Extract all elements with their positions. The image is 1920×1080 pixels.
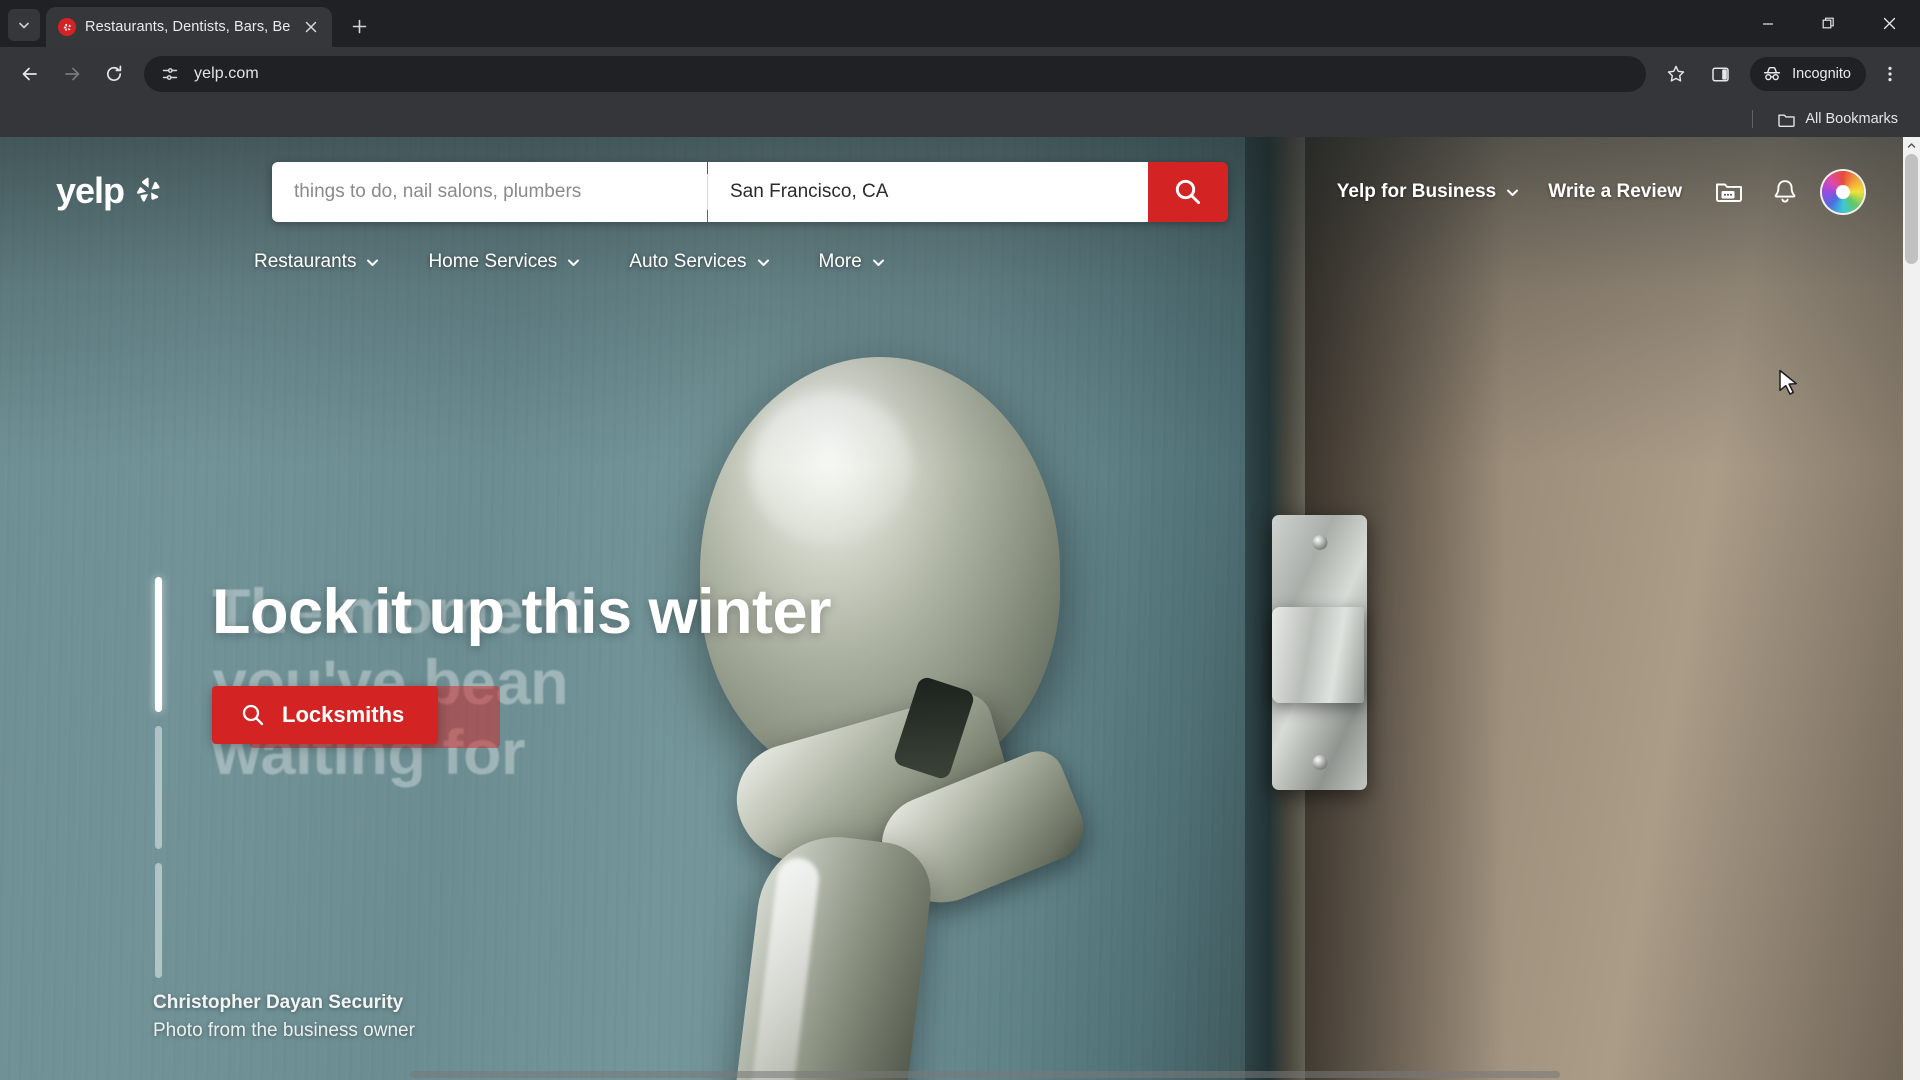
address-bar[interactable]: yelp.com [144, 56, 1647, 92]
hero-cta-row: Locksmiths [212, 685, 972, 748]
user-avatar[interactable] [1822, 171, 1864, 213]
yelp-favicon [58, 18, 76, 36]
search-icon [242, 704, 264, 725]
back-button[interactable] [10, 54, 50, 94]
subnav-label: More [818, 251, 862, 272]
hero-cta-label: Locksmiths [282, 701, 405, 727]
subnav-label: Home Services [428, 251, 558, 272]
window-close-button[interactable] [1859, 0, 1920, 47]
nav-write-a-review-label: Write a Review [1548, 181, 1682, 202]
browser-tab[interactable]: Restaurants, Dentists, Bars, Bea [46, 7, 332, 47]
attribution-note: Photo from the business owner [153, 1020, 415, 1041]
chevron-down-icon [568, 259, 580, 266]
tab-close-icon[interactable] [300, 16, 322, 38]
subnav-item-restaurants[interactable]: Restaurants [236, 241, 398, 283]
incognito-icon [1764, 66, 1781, 81]
category-subnav: Restaurants Home Services Auto Services … [180, 241, 1920, 283]
hero-content: The moment you've bean waiting for Lock … [212, 577, 972, 788]
subnav-item-home-services[interactable]: Home Services [410, 241, 599, 283]
carousel-indicator-2[interactable] [155, 726, 162, 849]
scroll-up-arrow[interactable] [1903, 137, 1920, 154]
tab-search-button[interactable] [8, 9, 40, 41]
nav-yelp-for-business[interactable]: Yelp for Business [1323, 171, 1534, 213]
horizontal-scrollbar[interactable] [0, 1069, 1903, 1080]
search-submit-button[interactable] [1148, 162, 1228, 222]
notifications-bell-icon[interactable] [1762, 169, 1808, 215]
hero-cta-button[interactable]: Locksmiths [212, 685, 439, 744]
all-bookmarks-label: All Bookmarks [1805, 111, 1898, 127]
all-bookmarks-button[interactable]: All Bookmarks [1769, 106, 1906, 133]
carousel-indicator-3[interactable] [155, 863, 162, 978]
forward-button[interactable] [52, 54, 92, 94]
tab-title: Restaurants, Dentists, Bars, Bea [85, 19, 291, 35]
nav-yelp-for-business-label: Yelp for Business [1336, 181, 1497, 202]
yelp-header: yelp things to do, nail salons, plumbers… [0, 137, 1920, 283]
yelp-logo[interactable]: yelp [56, 171, 174, 213]
window-maximize-button[interactable] [1798, 0, 1859, 47]
chevron-down-icon [872, 259, 884, 266]
subnav-label: Restaurants [254, 251, 357, 272]
hero-headline: Lock it up this winter [212, 577, 832, 647]
window-controls [1737, 0, 1920, 47]
window-minimize-button[interactable] [1737, 0, 1798, 47]
header-nav: Yelp for Business Write a Review [1323, 169, 1864, 215]
vertical-scroll-thumb[interactable] [1905, 154, 1918, 264]
folder-icon [1778, 114, 1796, 127]
subnav-item-auto-services[interactable]: Auto Services [611, 241, 788, 283]
browser-menu-button[interactable] [1870, 54, 1910, 94]
subnav-label: Auto Services [629, 251, 747, 272]
photo-attribution: Christopher Dayan Security Photo from th… [153, 992, 415, 1042]
search-bar [272, 162, 1228, 222]
bookmarks-bar: All Bookmarks [0, 101, 1920, 137]
chevron-down-icon [367, 259, 379, 266]
search-find-field[interactable] [272, 162, 707, 222]
subnav-item-more[interactable]: More [801, 241, 904, 283]
side-panel-icon[interactable] [1700, 54, 1740, 94]
toolbar-actions: Incognito [1656, 54, 1910, 94]
carousel-progress [155, 577, 162, 978]
incognito-profile-button[interactable]: Incognito [1750, 57, 1866, 91]
search-input[interactable] [294, 181, 693, 203]
new-tab-button[interactable] [342, 9, 376, 43]
nav-write-a-review[interactable]: Write a Review [1534, 171, 1696, 213]
mouse-cursor [1778, 369, 1800, 404]
bookmark-star-icon[interactable] [1656, 54, 1696, 94]
site-settings-icon[interactable] [158, 62, 182, 86]
browser-window: Restaurants, Dentists, Bars, Bea yelp.co… [0, 0, 1920, 1080]
browser-toolbar: yelp.com Incognito [0, 47, 1920, 101]
chevron-down-icon [757, 259, 769, 266]
search-location-field[interactable] [708, 162, 1148, 222]
chevron-down-icon [1507, 189, 1519, 196]
horizontal-scroll-thumb[interactable] [410, 1071, 1560, 1078]
collections-icon[interactable] [1706, 169, 1752, 215]
attribution-business-name[interactable]: Christopher Dayan Security [153, 992, 415, 1014]
reload-button[interactable] [94, 54, 134, 94]
page-viewport: yelp things to do, nail salons, plumbers… [0, 137, 1920, 1080]
incognito-label: Incognito [1792, 66, 1851, 82]
tab-strip: Restaurants, Dentists, Bars, Bea [0, 0, 1920, 47]
svg-text:yelp: yelp [56, 171, 124, 211]
location-input[interactable] [730, 181, 1134, 203]
bookmarks-divider [1752, 110, 1754, 128]
url-text: yelp.com [194, 65, 259, 82]
vertical-scrollbar[interactable] [1903, 137, 1920, 1080]
carousel-indicator-1[interactable] [155, 577, 162, 712]
